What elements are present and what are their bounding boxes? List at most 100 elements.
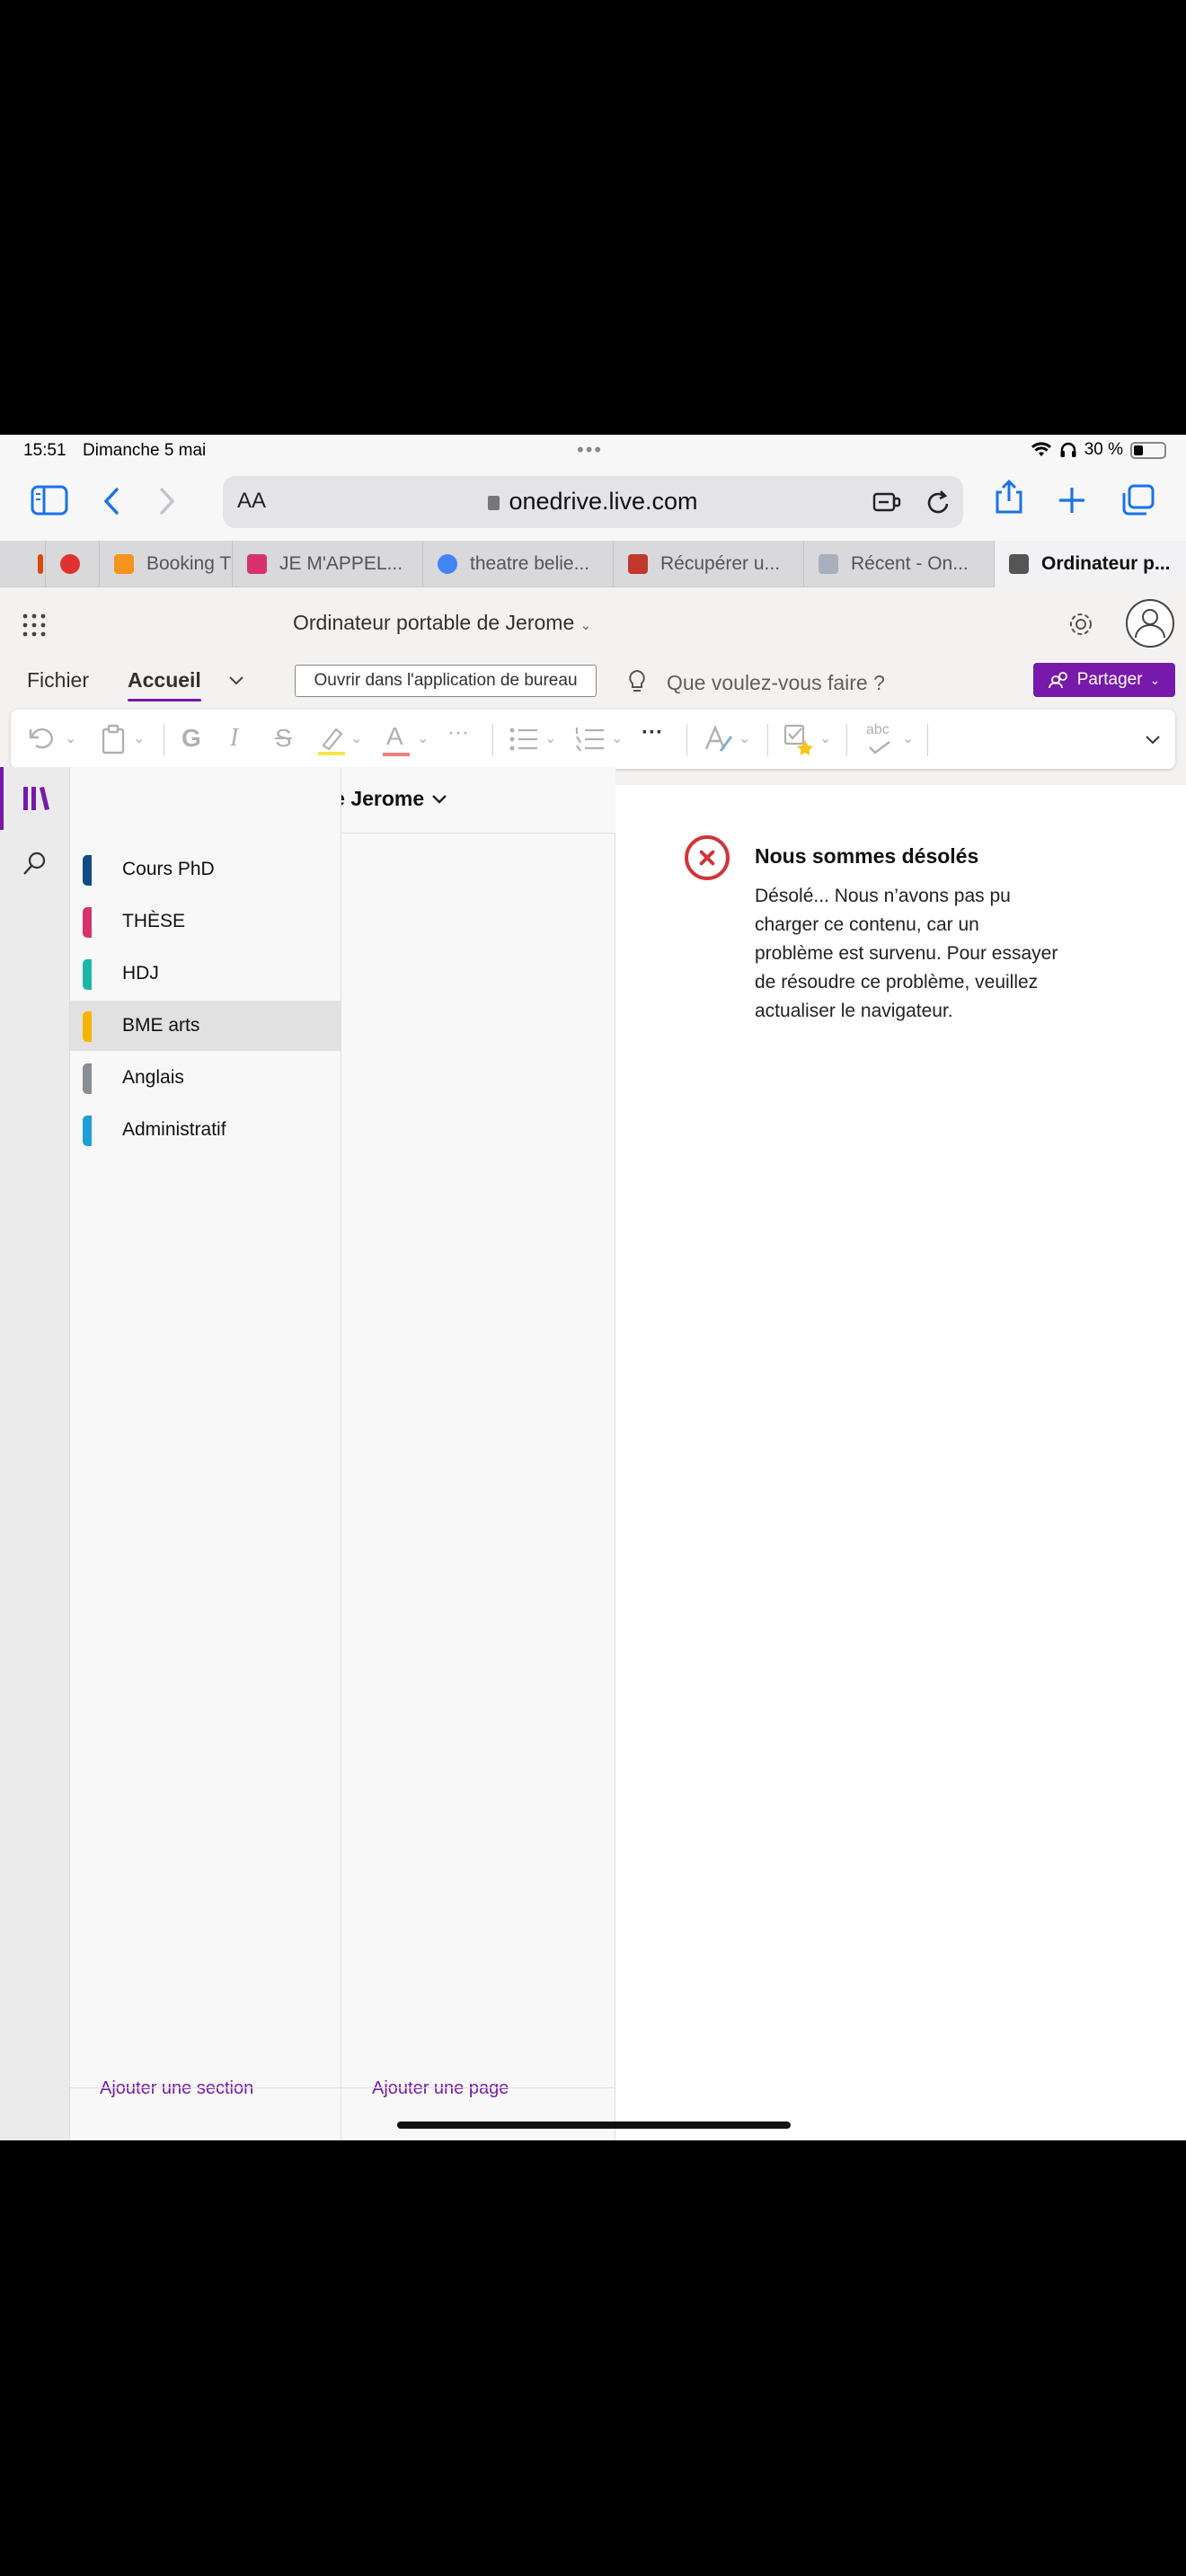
tab-browser[interactable]: theatre belie... [422,541,613,587]
tab-overview-icon[interactable] [1120,483,1155,517]
expand-ribbon-chevron-icon[interactable] [1145,735,1161,745]
favicon-icon [247,554,267,574]
highlighter-icon[interactable] [316,724,347,756]
undo-icon[interactable] [29,726,59,753]
open-desktop-app-button[interactable]: Ouvrir dans l'application de bureau [295,665,597,697]
clipboard-paste-icon[interactable] [101,724,126,754]
search-icon[interactable] [22,850,49,877]
numbered-list-icon[interactable] [575,726,606,753]
section-label: THÈSE [122,911,186,931]
notebook-title[interactable]: Ordinateur portable de Jerome ⌄ [293,611,591,635]
app-launcher-icon[interactable] [22,613,47,638]
close-tab-icon[interactable] [1009,554,1029,574]
browser-tab-bar: Booking T JE M'APPEL... theatre belie...… [0,541,1186,587]
share-button[interactable]: Partager ⌄ [1033,663,1175,697]
section-item[interactable]: Anglais [70,1053,341,1103]
home-indicator[interactable] [397,2122,791,2129]
share-sheet-icon[interactable] [994,480,1024,516]
status-date: Dimanche 5 mai [83,441,207,460]
chevron-down-icon: ⌄ [1149,672,1161,687]
italic-icon[interactable]: I [230,724,238,753]
forward-icon[interactable] [156,487,178,516]
tab-pinned-heart[interactable] [45,541,99,587]
add-section-link[interactable]: Ajouter une section [100,2078,253,2099]
browser-toolbar: AA onedrive.live.com [0,467,1186,541]
strikethrough-icon[interactable]: S [275,724,292,753]
settings-gear-icon[interactable] [1067,611,1094,638]
section-item[interactable]: THÈSE [70,896,341,947]
add-page-link[interactable]: Ajouter une page [372,2078,509,2099]
chevron-down-icon: ⌄ [580,618,592,633]
footer-divider [70,2087,615,2088]
sections-panel: Cours PhD THÈSE HDJ BME arts Anglais Administ… [70,767,341,2140]
tab-browser[interactable]: JE M'APPEL... [232,541,422,587]
section-label: Cours PhD [122,859,215,879]
status-bar: 15:51 Dimanche 5 mai ••• 30 % [0,435,1186,467]
section-color-tab [83,1011,92,1042]
new-tab-icon[interactable] [1057,485,1087,516]
address-bar[interactable]: AA onedrive.live.com [223,476,963,528]
reload-icon[interactable] [925,488,952,516]
paste-dropdown-chevron-icon[interactable]: ⌄ [133,729,145,747]
styles-dropdown-chevron-icon[interactable]: ⌄ [739,729,750,747]
navigation-rail [0,767,70,2140]
favicon-icon [114,554,134,574]
numbering-dropdown-chevron-icon[interactable]: ⌄ [611,729,623,747]
section-label: BME arts [122,1015,200,1036]
section-item[interactable]: BME arts [70,1001,341,1051]
section-item[interactable]: Cours PhD [70,844,341,895]
ribbon-toolbar: ⌄ ⌄ G I S ⌄ A ⌄ ··· ⌄ ⌄ ··· ⌄ ⌄ abc ⌄ [11,710,1175,769]
section-item[interactable]: Administratif [70,1105,341,1155]
battery-percentage: 30 % [1084,440,1123,459]
more-paragraph-options-icon[interactable]: ··· [642,720,663,745]
tell-me-search[interactable]: Que voulez-vous faire ? [667,671,885,695]
bullet-list-icon[interactable] [509,726,539,753]
pages-panel: Ajouter une page [341,834,615,2140]
tab-fichier[interactable]: Fichier [27,668,89,693]
wifi-icon [1031,442,1051,456]
section-label: Anglais [122,1067,184,1088]
section-label: HDJ [122,963,159,984]
bold-icon[interactable]: G [181,724,201,753]
account-avatar-icon[interactable] [1125,598,1175,648]
chevron-down-icon [432,795,447,804]
tab-overflow-left[interactable] [0,541,45,587]
notebooks-library-icon[interactable] [22,785,50,812]
bullets-dropdown-chevron-icon[interactable]: ⌄ [544,729,556,747]
favicon-icon [628,554,648,574]
tags-dropdown-chevron-icon[interactable]: ⌄ [819,729,831,747]
section-item[interactable]: HDJ [70,948,341,999]
spelling-icon[interactable]: abc [863,720,898,756]
tab-browser[interactable]: Récupérer u... [613,541,803,587]
rail-active-indicator [0,767,4,830]
section-color-tab [83,855,92,886]
tag-checkbox-star-icon[interactable] [783,724,814,754]
tab-accueil[interactable]: Accueil [128,668,201,701]
ribbon-tabs-chevron-icon[interactable] [228,675,244,686]
google-favicon-icon [438,554,457,574]
ipad-screen: 15:51 Dimanche 5 mai ••• 30 % AA onedriv… [0,435,1186,2140]
undo-dropdown-chevron-icon[interactable]: ⌄ [65,729,76,747]
error-title: Nous sommes désolés [755,844,979,868]
app-header: Ordinateur portable de Jerome ⌄ Fichier … [0,587,1186,785]
favicon-icon [38,554,43,574]
styles-icon[interactable] [703,724,735,754]
tab-browser[interactable]: Récent - On... [803,541,994,587]
error-x-icon [685,835,730,880]
tab-browser[interactable]: Booking T [99,541,232,587]
more-font-options-icon[interactable]: ··· [447,720,469,745]
share-people-icon [1048,672,1067,689]
extension-icon[interactable] [872,490,902,515]
multitasking-dots-icon[interactable]: ••• [577,438,603,462]
font-color-dropdown-chevron-icon[interactable]: ⌄ [417,729,429,747]
lightbulb-icon [629,669,645,692]
font-color-icon[interactable]: A [381,720,412,758]
status-time: 15:51 [23,441,66,460]
tab-active[interactable]: Ordinateur p... [994,541,1186,587]
back-icon[interactable] [101,487,122,516]
sidebar-toggle-icon[interactable] [31,485,68,516]
highlight-dropdown-chevron-icon[interactable]: ⌄ [350,729,362,747]
spelling-dropdown-chevron-icon[interactable]: ⌄ [902,729,914,747]
favicon-icon [819,554,838,574]
url-text: onedrive.live.com [223,488,963,516]
